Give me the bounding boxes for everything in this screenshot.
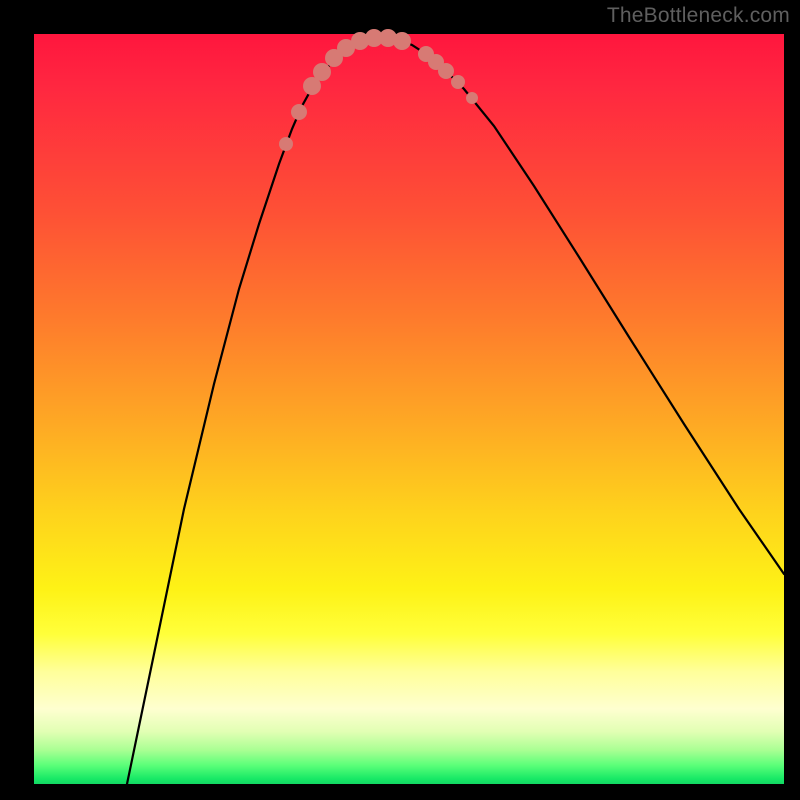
- bottleneck-curve: [127, 38, 784, 784]
- curve-svg: [34, 34, 784, 784]
- curve-marker: [466, 92, 478, 104]
- plot-area: [34, 34, 784, 784]
- curve-marker: [451, 75, 465, 89]
- curve-marker: [291, 104, 307, 120]
- watermark-text: TheBottleneck.com: [607, 4, 790, 28]
- chart-frame: TheBottleneck.com: [0, 0, 800, 800]
- curve-markers: [279, 29, 478, 151]
- curve-marker: [279, 137, 293, 151]
- curve-marker: [438, 63, 454, 79]
- curve-marker: [393, 32, 411, 50]
- curve-marker: [313, 63, 331, 81]
